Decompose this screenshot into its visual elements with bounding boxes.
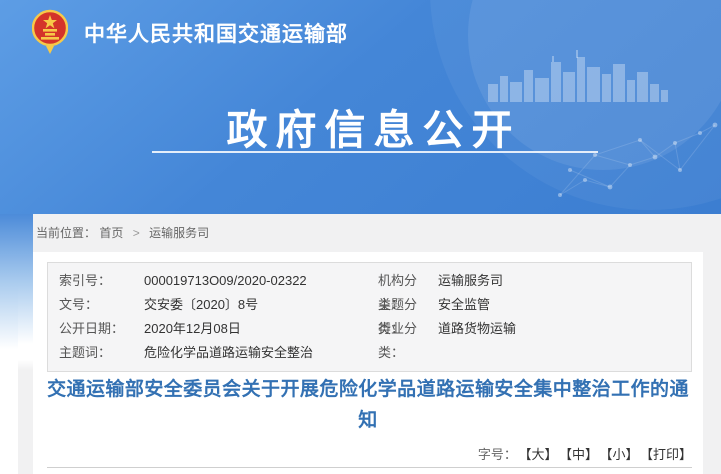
table-row: 公开日期： 2020年12月08日 行业分类： 道路货物运输 <box>59 317 691 341</box>
fontsize-medium-button[interactable]: 【中】 <box>565 447 598 462</box>
title-underline <box>152 151 598 153</box>
fontsize-toolbar: 字号： 【大】【中】【小】【打印】 <box>478 444 692 463</box>
meta-table: 索引号： 000019713O09/2020-02322 机构分类： 运输服务司… <box>47 262 692 372</box>
page-title: 政府信息公开 <box>0 96 721 156</box>
site-header: 中华人民共和国交通运输部 政府信息公开 <box>0 0 721 214</box>
document-title: 交通运输部安全委员会关于开展危险化学品道路运输安全集中整治工作的通知 <box>47 374 689 436</box>
table-row: 索引号： 000019713O09/2020-02322 机构分类： 运输服务司 <box>59 269 691 293</box>
left-gradient-strip <box>0 214 18 474</box>
national-emblem-icon <box>32 8 68 54</box>
page: 中华人民共和国交通运输部 政府信息公开 当前位置： 首页 > 运输服务司 索引号… <box>0 0 721 474</box>
site-name-link[interactable]: 中华人民共和国交通运输部 <box>84 18 348 48</box>
breadcrumb-separator: > <box>133 226 140 240</box>
fontsize-small-button[interactable]: 【小】 <box>606 447 639 462</box>
right-gutter <box>703 252 721 474</box>
print-button[interactable]: 【打印】 <box>646 447 692 462</box>
fontsize-label: 字号： <box>478 447 517 462</box>
fontsize-large-button[interactable]: 【大】 <box>525 447 558 462</box>
content-card: 索引号： 000019713O09/2020-02322 机构分类： 运输服务司… <box>33 252 703 474</box>
left-gutter-strip <box>18 214 33 474</box>
breadcrumb-home-link[interactable]: 首页 <box>99 226 123 240</box>
table-row: 文号： 交安委〔2020〕8号 主题分类： 安全监管 <box>59 293 691 317</box>
table-row: 主题词： 危险化学品道路运输安全整治 <box>59 341 691 365</box>
meta-value: 危险化学品道路运输安全整治 <box>144 341 691 365</box>
breadcrumb: 当前位置： 首页 > 运输服务司 <box>0 214 721 252</box>
breadcrumb-section-link[interactable]: 运输服务司 <box>149 226 209 240</box>
meta-label: 主题词： <box>59 341 144 365</box>
divider <box>47 467 692 468</box>
breadcrumb-location-label: 当前位置： <box>36 226 96 240</box>
city-skyline-graphic <box>488 50 673 102</box>
